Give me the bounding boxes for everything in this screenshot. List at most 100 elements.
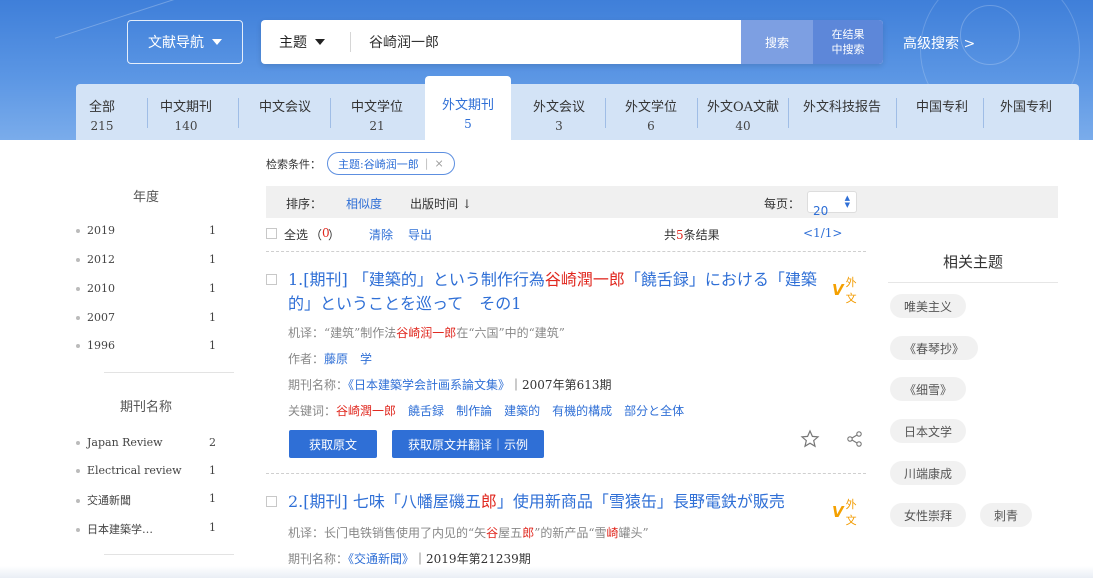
tab-chinese-patents[interactable]: 中国专利 xyxy=(902,84,982,140)
search-input[interactable] xyxy=(369,20,739,64)
journal-filter-title: 期刊名称 xyxy=(119,400,172,415)
total-prefix: 共 xyxy=(664,228,677,242)
journal-label: 日本建築学… xyxy=(87,523,153,536)
result-title-link[interactable]: 1.[期刊] 「建築的」という制作行為谷崎潤一郎「饒舌録」における「建築 的」とい… xyxy=(288,268,828,316)
author-link[interactable]: 藤原 学 xyxy=(324,352,372,366)
year-filter-item[interactable]: 2012 1 xyxy=(76,253,216,266)
year-filter-item[interactable]: 1996 1 xyxy=(76,339,216,352)
mt-text: “建筑”制作法 xyxy=(324,326,397,340)
tab-foreign-patents[interactable]: 外国专利 xyxy=(986,84,1066,140)
year-filter-item[interactable]: 2019 1 xyxy=(76,224,216,237)
journal-link[interactable]: 《日本建築学会計画系論文集》 xyxy=(348,378,510,392)
title-text: 的」ということを巡って その1 xyxy=(288,294,522,313)
tab-foreign-theses[interactable]: 外文学位 6 xyxy=(618,84,684,140)
journal-filter-item[interactable]: 日本建築学… 1 xyxy=(76,521,216,537)
year-count: 1 xyxy=(209,253,216,266)
bullet-icon xyxy=(76,499,80,503)
selection-bar: 全选 （ 0 ） 清除 导出 共5条结果 <1/1> xyxy=(266,226,866,246)
tab-foreign-journals[interactable]: 外文期刊 5 xyxy=(425,76,511,140)
year-count: 1 xyxy=(209,311,216,324)
related-topic-tag[interactable]: 日本文学 xyxy=(890,419,967,443)
per-page-value: 20 xyxy=(813,204,829,218)
issue-text: ｜2019年第21239期 xyxy=(414,552,531,566)
related-topic-tag[interactable]: 《细雪》 xyxy=(890,377,967,401)
get-full-text-translate-button[interactable]: 获取原文并翻译｜示例 xyxy=(392,430,544,458)
tab-label: 中文会议 xyxy=(258,100,311,115)
tab-chinese-conferences[interactable]: 中文会议 xyxy=(252,84,318,140)
related-topics-title: 相关主题 xyxy=(942,253,1003,271)
star-icon[interactable] xyxy=(800,429,820,449)
updown-arrow-icon: ▲ ▼ xyxy=(844,194,850,209)
v-logo-icon: V xyxy=(832,503,844,521)
share-icon[interactable] xyxy=(846,430,864,448)
search-divider xyxy=(350,32,351,52)
tab-divider xyxy=(330,98,331,128)
selected-open: （ xyxy=(310,228,323,242)
mt-text: 罐头” xyxy=(618,526,649,540)
per-page-select[interactable]: 20 ▲ ▼ xyxy=(807,191,857,218)
result-checkbox[interactable] xyxy=(266,274,277,285)
caret-down-icon xyxy=(315,39,325,45)
literature-nav-button[interactable]: 文献导航 xyxy=(127,20,243,64)
sort-by-pubtime[interactable]: 出版时间 ↓ xyxy=(410,195,472,212)
total-count: 5 xyxy=(676,228,684,242)
export-button[interactable]: 导出 xyxy=(408,226,432,243)
journal-link[interactable]: 《交通新聞》 xyxy=(348,552,414,566)
get-full-text-button[interactable]: 获取原文 xyxy=(289,430,377,458)
badge-label: 外文 xyxy=(845,276,857,305)
tab-count: 21 xyxy=(369,119,385,133)
tab-foreign-conferences[interactable]: 外文会议 3 xyxy=(526,84,592,140)
keyword-link[interactable]: 建築的 xyxy=(504,404,540,418)
tab-label: 全部 xyxy=(88,100,115,115)
result-checkbox[interactable] xyxy=(266,496,277,507)
tab-divider xyxy=(605,98,606,128)
related-topic-tag[interactable]: 《春琴抄》 xyxy=(890,336,979,360)
mt-text: 长门电铁销售使用了内见的“矢 xyxy=(324,526,487,540)
related-topic-tag[interactable]: 刺青 xyxy=(980,503,1033,527)
keyword-link[interactable]: 有機的構成 xyxy=(552,404,612,418)
sort-bar: 排序： 相似度 出版时间 ↓ 每页： 20 ▲ ▼ xyxy=(266,186,1058,218)
tab-chinese-theses[interactable]: 中文学位 21 xyxy=(344,84,410,140)
journal-filter-item[interactable]: Japan Review 2 xyxy=(76,436,216,449)
category-tabs: 全部 215 中文期刊 140 中文会议 中文学位 21 外文期刊 5 外文会议… xyxy=(76,76,1079,140)
select-all-checkbox[interactable] xyxy=(266,228,277,239)
tab-divider xyxy=(697,98,698,128)
related-topic-tag[interactable]: 川端康成 xyxy=(890,461,967,485)
search-field-label: 主题 xyxy=(279,35,307,51)
result-title-link[interactable]: 2.[期刊] 七味「八幡屋磯五郎」使用新商品「雪猿缶」長野電鉄が販売 xyxy=(288,490,828,514)
tab-foreign-oa[interactable]: 外文OA文献 40 xyxy=(703,84,783,140)
search-button[interactable]: 搜索 xyxy=(741,20,813,64)
tab-count: 3 xyxy=(555,119,563,133)
tab-foreign-tech-reports[interactable]: 外文科技报告 xyxy=(793,84,891,140)
remove-condition-icon[interactable]: × xyxy=(434,157,443,170)
advanced-search-link[interactable]: 高级搜索 > xyxy=(903,33,975,53)
pager[interactable]: <1/1> xyxy=(803,226,842,240)
clear-button[interactable]: 清除 xyxy=(369,226,393,243)
year-label: 2007 xyxy=(87,311,115,324)
search-within-results-button[interactable]: 在结果 中搜索 xyxy=(813,20,883,64)
tab-label: 中国专利 xyxy=(915,100,968,115)
related-topic-tag[interactable]: 女性崇拜 xyxy=(890,503,967,527)
journal-filter-item[interactable]: Electrical review 1 xyxy=(76,464,216,477)
year-filter-item[interactable]: 2007 1 xyxy=(76,311,216,324)
sort-by-relevance[interactable]: 相似度 xyxy=(346,195,382,212)
sidebar-divider xyxy=(104,372,234,373)
keyword-link[interactable]: 饒舌録 xyxy=(408,404,444,418)
year-filter-item[interactable]: 2010 1 xyxy=(76,282,216,295)
keyword-link[interactable]: 部分と全体 xyxy=(624,404,684,418)
year-label: 2012 xyxy=(87,253,115,266)
year-label: 2019 xyxy=(87,224,115,237)
journal-label: 期刊名称： xyxy=(288,552,349,566)
bullet-icon xyxy=(76,287,80,291)
tab-all[interactable]: 全部 215 xyxy=(76,84,128,140)
search-conditions-label: 检索条件： xyxy=(266,158,321,171)
related-topic-tag[interactable]: 唯美主义 xyxy=(890,294,967,318)
foreign-full-text-badge: V 外文 xyxy=(832,496,866,528)
search-field-select[interactable]: 主题 xyxy=(279,20,325,64)
keyword-link[interactable]: 制作論 xyxy=(456,404,492,418)
keyword-link[interactable]: 谷崎潤一郎 xyxy=(336,404,396,418)
selected-close: ） xyxy=(328,228,341,242)
bullet-icon xyxy=(76,528,80,532)
journal-filter-item[interactable]: 交通新聞 1 xyxy=(76,492,216,508)
tab-chinese-journals[interactable]: 中文期刊 140 xyxy=(154,84,218,140)
